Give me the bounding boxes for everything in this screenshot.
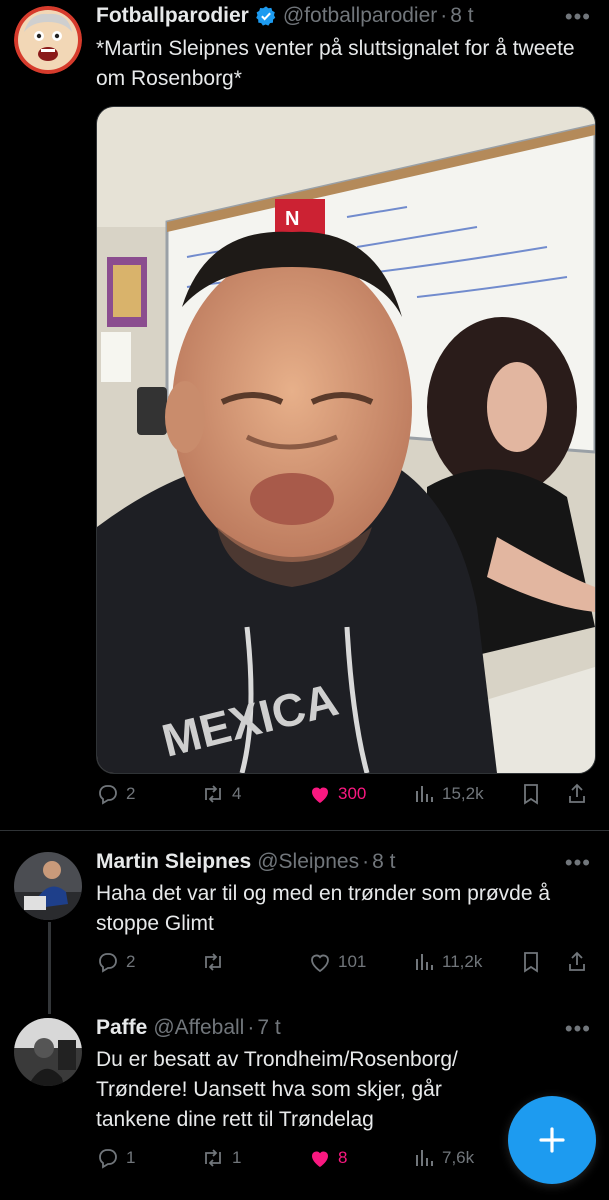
tweet-fotballparodier[interactable]: Fotballparodier @fotballparodier · 8 t •… [0,0,609,830]
like-count: 300 [338,784,367,803]
share-icon [569,783,585,803]
like-button[interactable]: 300 [308,782,366,806]
retweet-icon [205,953,221,971]
separator-dot: · [247,1016,255,1039]
more-options-button[interactable]: ••• [565,4,591,30]
avatar-fotballparodier[interactable] [14,6,82,74]
reply-button[interactable]: 2 [96,950,135,974]
bookmark-icon [524,784,538,805]
svg-text:N: N [285,208,299,230]
tweet-sleipnes[interactable]: Martin Sleipnes @Sleipnes · 8 t ••• Haha… [0,832,609,1012]
bookmark-button[interactable] [520,782,542,806]
like-count: 8 [338,1148,348,1167]
retweet-button[interactable]: 4 [200,782,241,806]
more-options-button[interactable]: ••• [565,850,591,876]
tweet-actions: 2 101 11,2k [96,950,596,980]
tweet-paffe[interactable]: Paffe @Affeball · 7 t ••• Du er besatt a… [0,1010,609,1200]
compose-button[interactable] [508,1096,596,1184]
verified-badge-icon [255,5,277,27]
retweet-button[interactable] [200,950,232,974]
like-icon [312,1151,328,1167]
reply-count: 2 [126,952,136,971]
thread-connector-line [48,922,51,1014]
more-options-button[interactable]: ••• [565,1016,591,1042]
like-button[interactable]: 8 [308,1146,347,1170]
tweet-text: *Martin Sleipnes venter på sluttsignalet… [96,37,575,90]
separator-dot: · [440,4,448,27]
author-handle[interactable]: @Affeball [153,1016,244,1040]
share-icon [569,951,585,971]
views-button[interactable]: 15,2k [414,782,484,806]
timestamp[interactable]: 8 t [450,4,473,28]
reply-count: 2 [126,784,136,803]
reply-icon [99,1149,117,1169]
views-icon [416,786,433,802]
retweet-button[interactable]: 1 [200,1146,241,1170]
avatar-sleipnes[interactable] [14,852,82,920]
share-button[interactable] [566,782,588,806]
tweet-text: Haha det var til og med en trønder som p… [96,882,551,935]
bookmark-icon [524,952,538,973]
compose-plus-icon [539,1127,565,1153]
views-count: 7,6k [442,1148,475,1167]
reply-button[interactable]: 1 [96,1146,135,1170]
like-icon [312,787,328,803]
tweet-divider [0,830,609,831]
author-name[interactable]: Martin Sleipnes [96,850,251,874]
reply-icon [99,953,117,973]
like-count: 101 [338,952,367,971]
tweet-actions: 2 4 300 15,2k [96,782,596,812]
reply-icon [99,785,117,805]
share-button[interactable] [566,950,588,974]
retweet-count: 4 [232,784,242,803]
tweet-text: Du er besatt av Trondheim/Rosenborg/ Trø… [96,1048,458,1131]
views-icon [416,954,433,970]
retweet-count: 1 [232,1148,242,1167]
like-button[interactable]: 101 [308,950,366,974]
timestamp[interactable]: 8 t [372,850,395,874]
reply-button[interactable]: 2 [96,782,135,806]
retweet-icon [205,1149,221,1167]
author-handle[interactable]: @fotballparodier [283,4,437,28]
avatar-paffe[interactable] [14,1018,82,1086]
retweet-icon [205,785,221,803]
like-icon [311,954,329,973]
author-name[interactable]: Fotballparodier [96,4,249,28]
reply-count: 1 [126,1148,136,1167]
views-icon [416,1150,433,1166]
author-name[interactable]: Paffe [96,1016,147,1040]
views-count: 15,2k [442,784,484,803]
tweet-photo[interactable]: N MEXICA [96,106,596,774]
views-count: 11,2k [442,952,483,971]
views-button[interactable]: 11,2k [414,950,482,974]
timestamp[interactable]: 7 t [257,1016,280,1040]
views-button[interactable]: 7,6k [414,1146,474,1170]
bookmark-button[interactable] [520,950,542,974]
author-handle[interactable]: @Sleipnes [257,850,359,874]
separator-dot: · [362,850,370,873]
